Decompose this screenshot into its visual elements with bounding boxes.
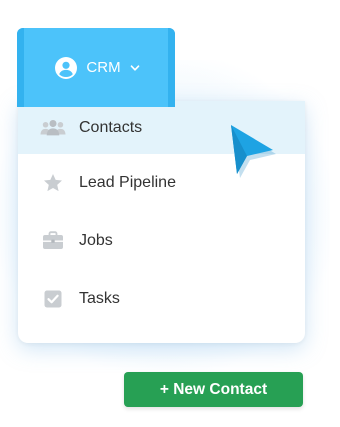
crm-label: CRM — [86, 59, 121, 76]
screen: CRM Contacts Lead Pipeline Jobs Tasks + … — [0, 0, 340, 427]
menu-item-label: Tasks — [79, 290, 120, 307]
menu-item-label: Contacts — [79, 118, 143, 136]
menu-item-jobs[interactable]: Jobs — [18, 212, 305, 270]
chevron-down-icon — [130, 64, 139, 71]
new-contact-button[interactable]: + New Contact — [124, 372, 303, 407]
people-icon — [40, 117, 66, 139]
pointer-cursor-icon — [231, 125, 276, 178]
menu-item-label: Jobs — [79, 232, 113, 249]
user-circle-icon — [55, 56, 78, 79]
new-contact-label: + New Contact — [159, 380, 268, 398]
crm-menu-button[interactable]: CRM — [17, 28, 175, 107]
menu-item-label: Lead Pipeline — [79, 174, 176, 191]
checkbox-icon — [40, 288, 66, 310]
star-icon — [40, 172, 66, 194]
crm-menu-content: CRM — [54, 56, 139, 80]
briefcase-icon — [40, 230, 66, 252]
menu-item-tasks[interactable]: Tasks — [18, 270, 305, 328]
